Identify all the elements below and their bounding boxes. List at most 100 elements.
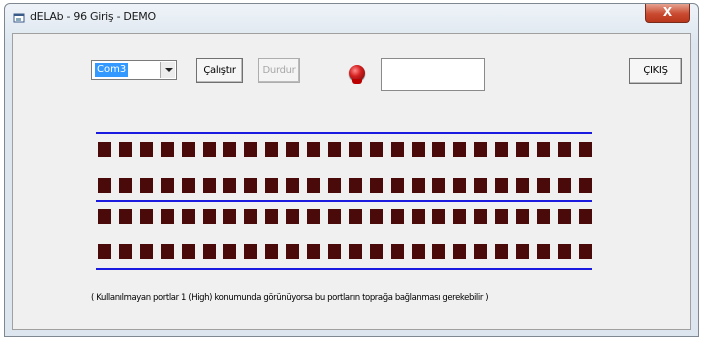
port-indicator <box>223 244 236 259</box>
separator-line <box>96 200 592 202</box>
port-indicator <box>412 209 425 224</box>
port-indicator <box>474 178 487 193</box>
port-indicator <box>349 142 362 157</box>
port-indicator <box>516 244 529 259</box>
exit-button[interactable]: ÇIKIŞ <box>629 58 682 84</box>
port-indicator <box>391 142 404 157</box>
port-indicator <box>558 178 571 193</box>
port-indicator <box>579 244 592 259</box>
port-select-value: Com3 <box>95 63 129 77</box>
port-select[interactable]: Com3 <box>91 60 177 80</box>
port-indicator <box>244 244 257 259</box>
port-indicator <box>98 209 111 224</box>
port-indicator <box>537 209 550 224</box>
port-indicator <box>537 142 550 157</box>
port-indicator <box>349 209 362 224</box>
port-indicator <box>432 244 445 259</box>
port-indicator <box>161 178 174 193</box>
port-indicator <box>453 142 466 157</box>
value-display <box>381 58 485 91</box>
port-indicator <box>140 244 153 259</box>
port-indicator <box>307 178 320 193</box>
port-indicator <box>286 142 299 157</box>
port-indicator <box>412 142 425 157</box>
port-indicator <box>119 178 132 193</box>
start-button[interactable]: Çalıştır <box>196 58 243 83</box>
port-indicator <box>286 178 299 193</box>
title-bar[interactable]: dELAb - 96 Giriş - DEMO X <box>5 4 698 32</box>
info-note: ( Kullanılmayan portlar 1 (High) konumun… <box>91 293 489 303</box>
port-indicator <box>203 178 216 193</box>
port-indicator <box>244 178 257 193</box>
port-indicator <box>328 142 341 157</box>
port-indicator <box>453 178 466 193</box>
stop-button[interactable]: Durdur <box>258 58 300 83</box>
port-indicator <box>432 142 445 157</box>
port-indicator <box>244 209 257 224</box>
port-indicator <box>161 209 174 224</box>
close-button[interactable]: X <box>645 4 690 23</box>
port-indicator <box>558 244 571 259</box>
port-indicator <box>223 209 236 224</box>
port-row <box>98 178 594 194</box>
port-indicator <box>474 142 487 157</box>
port-indicator <box>223 178 236 193</box>
port-indicator <box>140 178 153 193</box>
port-indicator <box>98 244 111 259</box>
app-window: dELAb - 96 Giriş - DEMO X Com3 Çalıştır … <box>4 3 699 337</box>
port-indicator <box>119 244 132 259</box>
separator-line <box>96 268 592 270</box>
port-indicator <box>370 244 383 259</box>
port-indicator <box>328 244 341 259</box>
port-indicator <box>140 142 153 157</box>
port-indicator <box>286 209 299 224</box>
port-indicator <box>453 244 466 259</box>
chevron-down-icon[interactable] <box>160 62 175 78</box>
port-indicator <box>579 209 592 224</box>
port-indicator <box>119 142 132 157</box>
status-led-base <box>352 79 362 84</box>
port-indicator <box>161 142 174 157</box>
port-indicator <box>412 244 425 259</box>
port-indicator <box>119 209 132 224</box>
port-indicator <box>495 142 508 157</box>
port-indicator <box>412 178 425 193</box>
app-icon <box>13 13 25 23</box>
port-row <box>98 142 594 158</box>
port-indicator <box>516 142 529 157</box>
port-indicator <box>307 142 320 157</box>
port-indicator <box>349 244 362 259</box>
port-row <box>98 209 594 225</box>
port-indicator <box>579 142 592 157</box>
port-indicator <box>516 209 529 224</box>
port-indicator <box>203 244 216 259</box>
port-indicator <box>182 178 195 193</box>
port-indicator <box>391 209 404 224</box>
port-indicator <box>495 209 508 224</box>
port-indicator <box>98 178 111 193</box>
port-indicator <box>391 178 404 193</box>
port-indicator <box>516 178 529 193</box>
port-indicator <box>161 244 174 259</box>
port-indicator <box>432 209 445 224</box>
port-indicator <box>265 209 278 224</box>
port-indicator <box>370 178 383 193</box>
port-indicator <box>244 142 257 157</box>
port-indicator <box>558 209 571 224</box>
port-indicator <box>537 178 550 193</box>
port-indicator <box>328 178 341 193</box>
port-indicator <box>307 209 320 224</box>
port-indicator <box>286 244 299 259</box>
port-indicator <box>182 142 195 157</box>
port-indicator <box>182 244 195 259</box>
port-indicator <box>182 209 195 224</box>
port-indicator <box>558 142 571 157</box>
port-indicator <box>495 244 508 259</box>
close-icon: X <box>662 5 673 19</box>
port-indicator <box>265 244 278 259</box>
port-indicator <box>391 244 404 259</box>
port-indicator <box>140 209 153 224</box>
port-indicator <box>453 209 466 224</box>
port-indicator <box>223 142 236 157</box>
port-indicator <box>474 244 487 259</box>
